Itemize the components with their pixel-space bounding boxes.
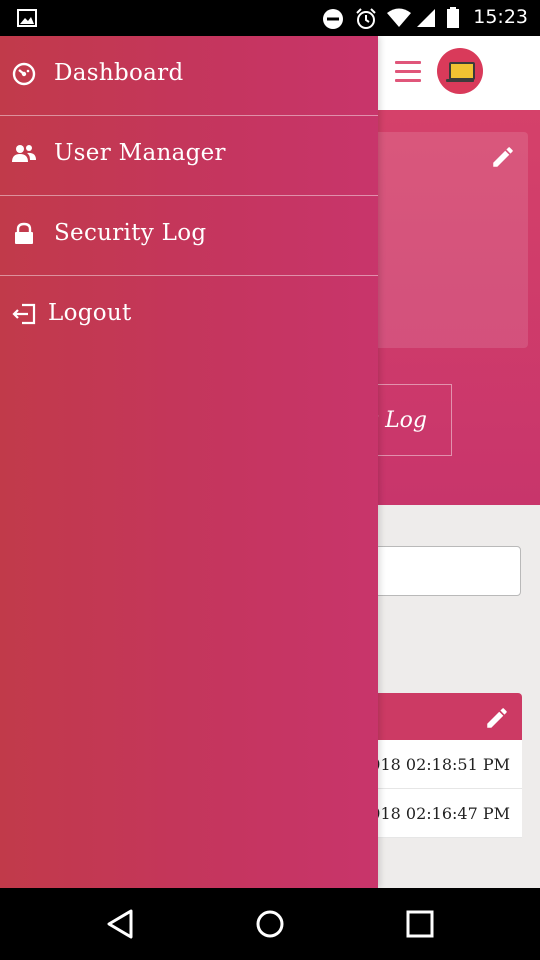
drawer-item-label: Logout	[48, 300, 132, 326]
drawer-item-dashboard[interactable]: Dashboard	[0, 36, 378, 116]
edit-icon[interactable]	[490, 144, 516, 170]
battery-icon	[447, 7, 459, 28]
table-cell-datetime: 2018 02:18:51 PM	[360, 754, 510, 774]
system-navigation-bar	[0, 888, 540, 960]
hero-card	[370, 132, 528, 348]
log-table: 2018 02:18:51 PM 2018 02:16:47 PM	[360, 693, 522, 838]
table-row: 2018 02:18:51 PM	[360, 740, 522, 789]
menu-icon[interactable]	[395, 61, 421, 83]
table-header	[360, 693, 522, 740]
table-row: 2018 02:16:47 PM	[360, 789, 522, 838]
do-not-disturb-icon	[323, 9, 343, 29]
status-bar: 15:23	[0, 0, 540, 36]
drawer-item-label: Security Log	[54, 220, 207, 246]
laptop-base	[446, 79, 474, 82]
back-icon[interactable]	[105, 908, 135, 940]
drawer-item-logout[interactable]: Logout	[0, 276, 378, 355]
clock-time: 15:23	[473, 6, 528, 28]
alarm-icon	[356, 8, 376, 29]
edit-icon[interactable]	[484, 705, 510, 731]
drawer-item-user-manager[interactable]: User Manager	[0, 116, 378, 196]
wifi-icon	[387, 8, 411, 27]
home-icon[interactable]	[255, 908, 285, 940]
users-icon	[12, 145, 36, 162]
drawer-item-label: User Manager	[54, 140, 226, 166]
signal-icon	[417, 9, 435, 27]
dashboard-icon	[12, 62, 36, 86]
logout-icon	[12, 303, 36, 325]
laptop-icon	[449, 62, 475, 80]
lock-icon	[15, 222, 33, 244]
drawer-item-label: Dashboard	[54, 60, 184, 86]
app-screen: y Log 2018 02:18:51 PM 2018 02:16:47 PM …	[0, 36, 540, 888]
drawer-item-security-log[interactable]: Security Log	[0, 196, 378, 276]
recents-icon[interactable]	[405, 908, 435, 940]
avatar[interactable]	[437, 48, 483, 94]
navigation-drawer: Dashboard User Manager Security Log Logo…	[0, 36, 378, 888]
image-notification-icon	[17, 9, 37, 27]
table-cell-datetime: 2018 02:16:47 PM	[360, 803, 510, 823]
